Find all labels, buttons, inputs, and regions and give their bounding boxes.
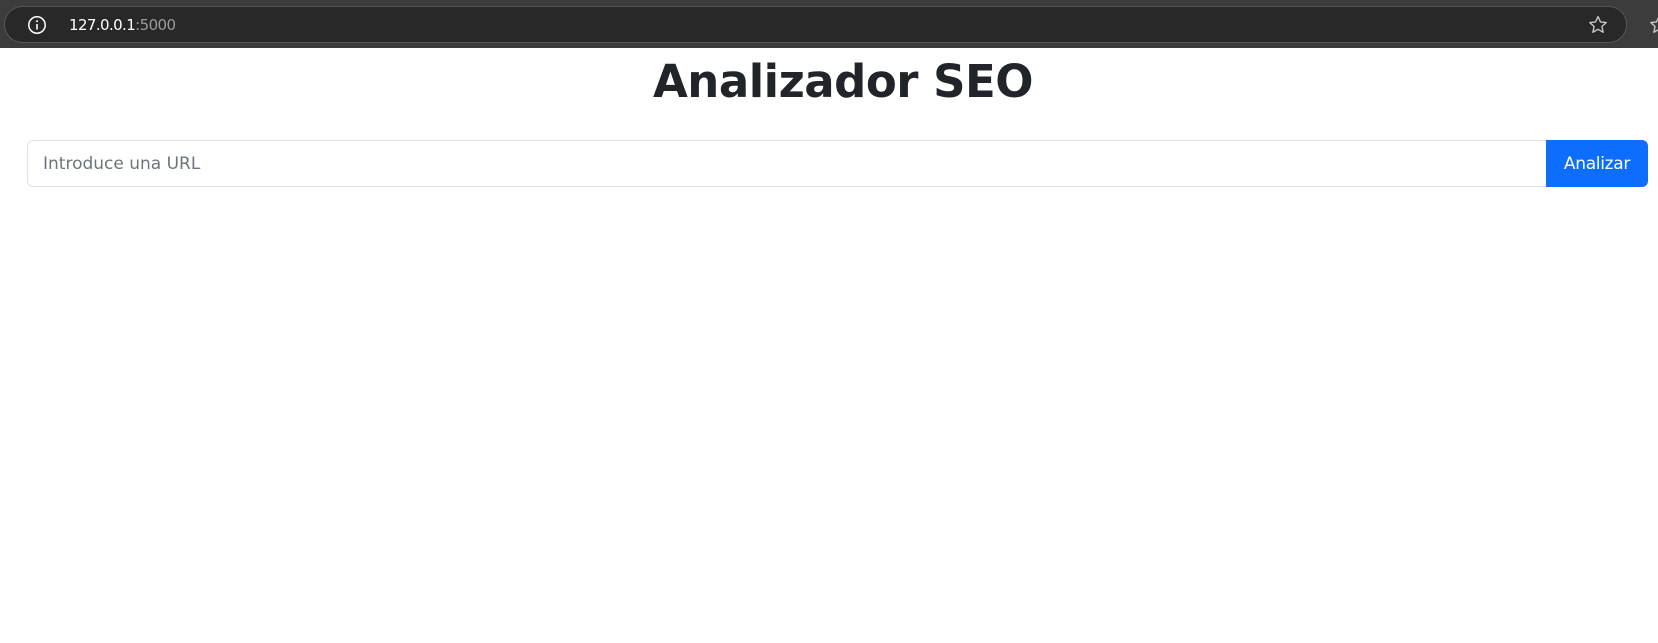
- url-form: Analizar: [27, 140, 1648, 187]
- info-icon[interactable]: [27, 15, 47, 35]
- address-bar[interactable]: 127.0.0.1:5000: [4, 6, 1627, 43]
- analyze-button[interactable]: Analizar: [1546, 140, 1648, 187]
- page-title: Analizador SEO: [652, 55, 1034, 108]
- browser-toolbar: 127.0.0.1:5000: [0, 0, 1658, 48]
- url-host: 127.0.0.1: [69, 16, 136, 34]
- extension-icon[interactable]: [1648, 14, 1658, 36]
- url-input[interactable]: [27, 140, 1546, 187]
- star-icon[interactable]: [1587, 14, 1609, 36]
- url-port: :5000: [135, 16, 176, 34]
- url-text[interactable]: 127.0.0.1:5000: [69, 15, 176, 35]
